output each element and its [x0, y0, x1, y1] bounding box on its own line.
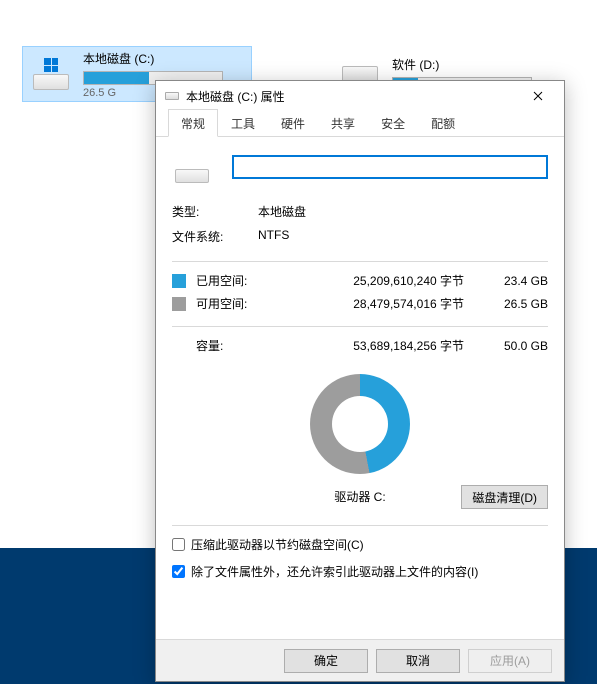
- capacity-row: 容量: 53,689,184,256 字节 50.0 GB: [172, 337, 548, 354]
- spacer: [172, 339, 186, 353]
- dialog-footer: 确定 取消 应用(A): [156, 639, 564, 681]
- tab-general[interactable]: 常规: [168, 109, 218, 137]
- drive-name: 软件 (D:): [392, 56, 558, 73]
- free-human: 26.5 GB: [484, 297, 548, 311]
- capacity-human: 50.0 GB: [484, 339, 548, 353]
- tab-sharing[interactable]: 共享: [318, 109, 368, 136]
- compress-label: 压缩此驱动器以节约磁盘空间(C): [191, 536, 364, 553]
- fs-value: NTFS: [258, 228, 289, 245]
- divider: [172, 525, 548, 526]
- properties-dialog: 本地磁盘 (C:) 属性 常规 工具 硬件 共享 安全 配额 类型: 本地磁盘 …: [155, 80, 565, 682]
- free-space-row: 可用空间: 28,479,574,016 字节 26.5 GB: [172, 295, 548, 312]
- ok-button[interactable]: 确定: [284, 649, 368, 673]
- used-bytes: 25,209,610,240 字节: [272, 272, 484, 289]
- drive-name: 本地磁盘 (C:): [83, 50, 247, 67]
- tab-hardware[interactable]: 硬件: [268, 109, 318, 136]
- label-row: [172, 151, 548, 183]
- disk-cleanup-button[interactable]: 磁盘清理(D): [461, 485, 548, 509]
- apply-button[interactable]: 应用(A): [468, 649, 552, 673]
- type-label: 类型:: [172, 203, 258, 220]
- drive-icon: [164, 88, 180, 104]
- used-label: 已用空间:: [196, 272, 272, 289]
- divider: [172, 261, 548, 262]
- cancel-button[interactable]: 取消: [376, 649, 460, 673]
- divider: [172, 326, 548, 327]
- type-value: 本地磁盘: [258, 203, 306, 220]
- dialog-title: 本地磁盘 (C:) 属性: [186, 88, 518, 105]
- tabstrip: 常规 工具 硬件 共享 安全 配额: [156, 111, 564, 137]
- type-row: 类型: 本地磁盘: [172, 203, 548, 220]
- used-color-swatch: [172, 274, 186, 288]
- compress-checkbox[interactable]: [172, 538, 185, 551]
- close-icon: [533, 91, 543, 101]
- index-checkbox[interactable]: [172, 565, 185, 578]
- capacity-bytes: 53,689,184,256 字节: [272, 337, 484, 354]
- compress-option[interactable]: 压缩此驱动器以节约磁盘空间(C): [172, 536, 548, 553]
- fs-label: 文件系统:: [172, 228, 258, 245]
- index-label: 除了文件属性外，还允许索引此驱动器上文件的内容(I): [191, 563, 478, 580]
- used-human: 23.4 GB: [484, 274, 548, 288]
- drive-icon: [27, 50, 75, 98]
- used-space-row: 已用空间: 25,209,610,240 字节 23.4 GB: [172, 272, 548, 289]
- pie-icon: [310, 374, 410, 474]
- titlebar[interactable]: 本地磁盘 (C:) 属性: [156, 81, 564, 111]
- tab-tools[interactable]: 工具: [218, 109, 268, 136]
- filesystem-row: 文件系统: NTFS: [172, 228, 548, 245]
- drive-icon: [172, 151, 212, 183]
- cleanup-row: 磁盘清理(D): [172, 485, 548, 509]
- index-option[interactable]: 除了文件属性外，还允许索引此驱动器上文件的内容(I): [172, 563, 548, 580]
- tab-security[interactable]: 安全: [368, 109, 418, 136]
- close-button[interactable]: [518, 82, 558, 110]
- free-label: 可用空间:: [196, 295, 272, 312]
- tab-quota[interactable]: 配额: [418, 109, 468, 136]
- free-color-swatch: [172, 297, 186, 311]
- capacity-label: 容量:: [196, 337, 272, 354]
- volume-label-input[interactable]: [232, 155, 548, 179]
- tab-content-general: 类型: 本地磁盘 文件系统: NTFS 已用空间: 25,209,610,240…: [156, 137, 564, 639]
- free-bytes: 28,479,574,016 字节: [272, 295, 484, 312]
